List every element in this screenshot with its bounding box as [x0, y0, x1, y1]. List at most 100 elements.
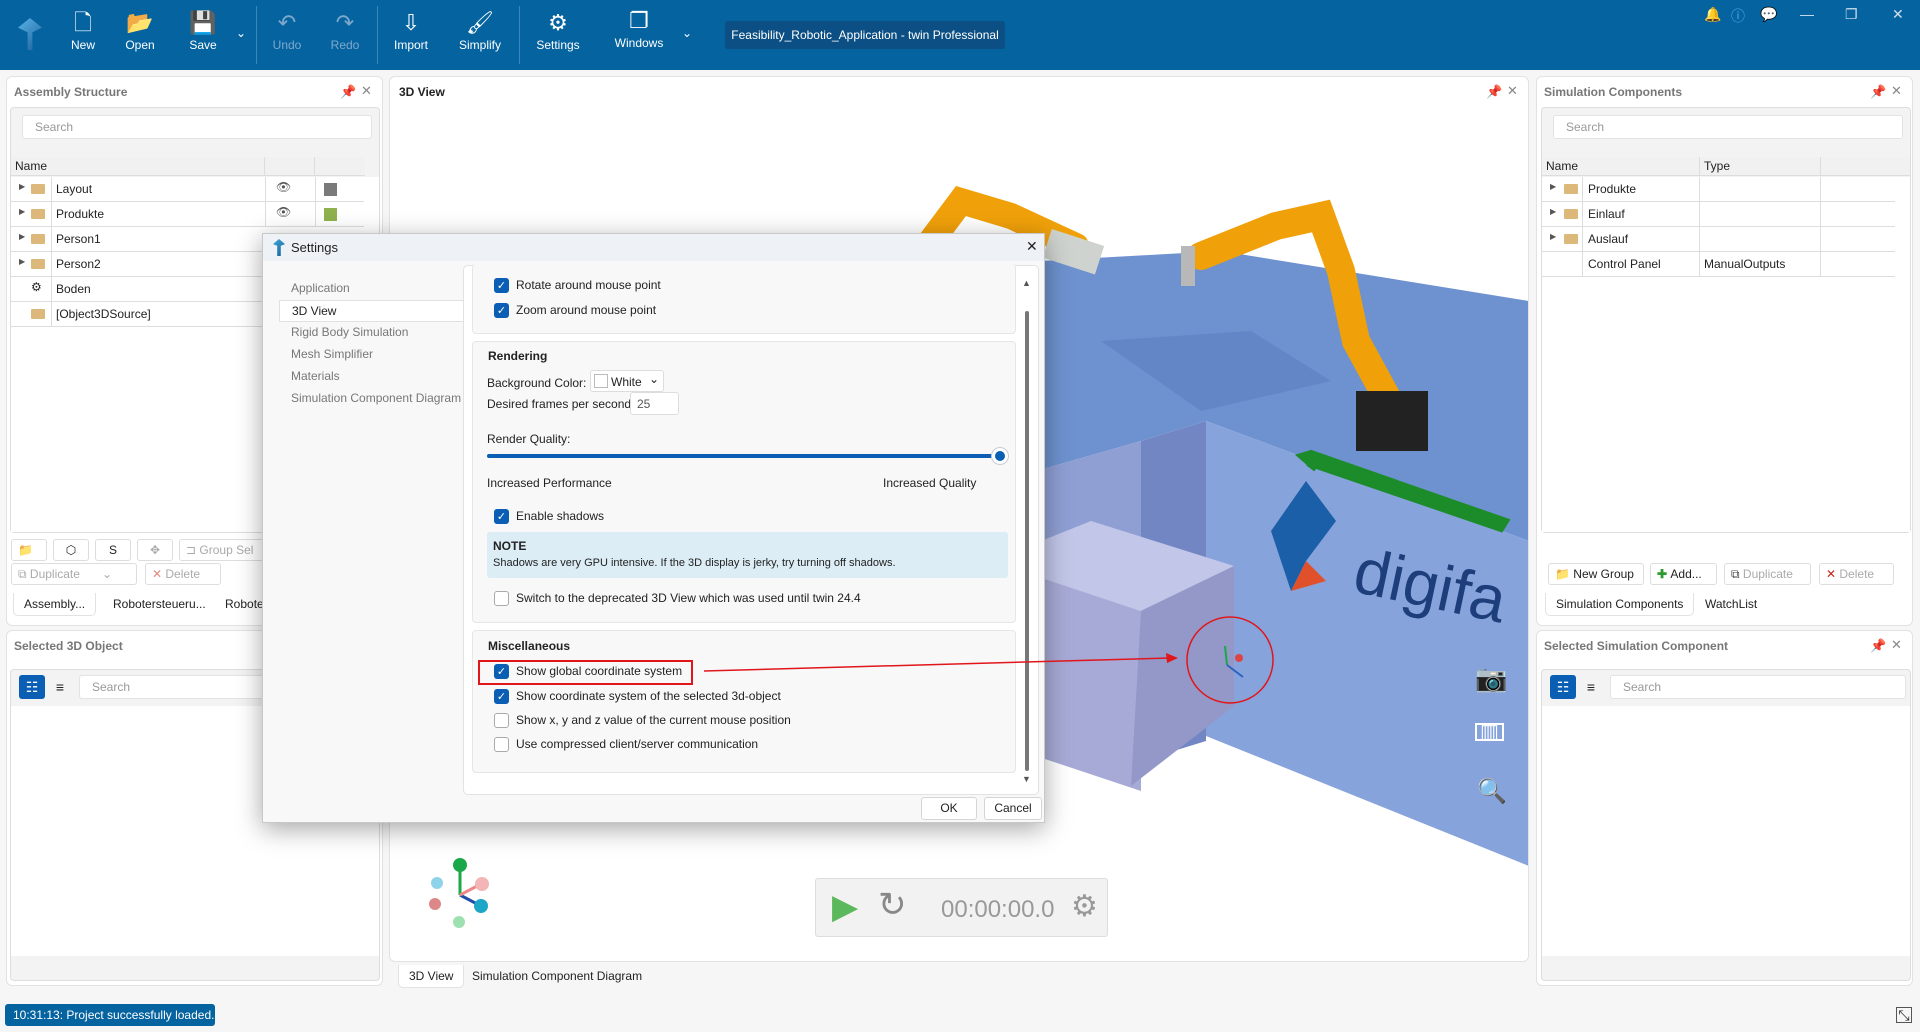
expand-arrow-icon[interactable]: ▶: [19, 257, 25, 266]
show-xyz-checkbox[interactable]: [494, 713, 509, 728]
tree-row[interactable]: Control Panel ManualOutputs: [1542, 252, 1895, 277]
gear-icon[interactable]: ⚙: [1071, 889, 1098, 924]
reset-icon[interactable]: ↻: [878, 885, 907, 925]
import-button[interactable]: ⇩ Import: [383, 8, 439, 52]
windows-dropdown-chevron-icon[interactable]: ⌄: [682, 26, 692, 40]
settings-button[interactable]: ⚙ Settings: [530, 8, 586, 52]
minimize-icon[interactable]: —: [1800, 6, 1814, 22]
render-quality-slider[interactable]: [487, 447, 1009, 465]
chat-icon[interactable]: 💬: [1760, 6, 1777, 23]
delete-button[interactable]: ✕ Delete: [145, 563, 221, 585]
scroll-up-icon[interactable]: ▲: [1022, 278, 1031, 288]
scrollbar-thumb[interactable]: [1025, 311, 1029, 771]
play-icon[interactable]: ▶: [832, 887, 858, 927]
tree-row[interactable]: ▶ Layout 👁: [11, 177, 364, 202]
simplify-button[interactable]: 🖌 Simplify: [452, 8, 508, 52]
tree-row[interactable]: ▶ Auslauf: [1542, 227, 1895, 252]
enable-shadows-checkbox[interactable]: ✓: [494, 509, 509, 524]
color-swatch[interactable]: [324, 208, 337, 221]
expand-arrow-icon[interactable]: ▶: [1550, 232, 1556, 241]
ruler-icon[interactable]: ▥: [1475, 722, 1504, 742]
zoom-around-mouse-checkbox[interactable]: ✓: [494, 303, 509, 318]
scroll-down-icon[interactable]: ▼: [1022, 774, 1031, 784]
categorized-view-icon[interactable]: ☷: [19, 675, 45, 699]
pin-icon[interactable]: 📌: [1870, 638, 1886, 654]
delete-button[interactable]: ✕ Delete: [1819, 563, 1894, 585]
duplicate-button[interactable]: ⧉ Duplicate ⌄: [11, 563, 137, 585]
settings-nav-item[interactable]: 3D View: [279, 300, 475, 322]
column-header-name[interactable]: Name: [11, 157, 264, 176]
cancel-button[interactable]: Cancel: [984, 797, 1042, 820]
expand-arrow-icon[interactable]: ▶: [1550, 207, 1556, 216]
pin-icon[interactable]: 📌: [340, 84, 356, 100]
search-input[interactable]: Search: [22, 115, 372, 139]
expand-arrow-icon[interactable]: ▶: [19, 182, 25, 191]
close-icon[interactable]: ✕: [361, 83, 372, 99]
deprecated-3d-view-checkbox[interactable]: [494, 591, 509, 606]
tab-3d-view[interactable]: 3D View: [398, 965, 465, 988]
color-swatch[interactable]: [324, 183, 337, 196]
add-button[interactable]: ✚ Add...: [1650, 563, 1717, 585]
tree-row[interactable]: ▶ Produkte: [1542, 177, 1895, 202]
help-icon[interactable]: ⓘ: [1731, 6, 1745, 26]
add-script-button[interactable]: S: [95, 539, 131, 561]
column-header-name[interactable]: Name: [1542, 157, 1699, 176]
tab-simulation-component-diagram[interactable]: Simulation Component Diagram: [462, 965, 652, 987]
save-button[interactable]: 💾 Save: [175, 8, 231, 52]
restore-icon[interactable]: ❐: [1845, 6, 1858, 23]
chevron-down-icon[interactable]: ⌄: [102, 567, 112, 581]
new-group-button[interactable]: 📁 New Group: [1548, 563, 1644, 585]
resize-grip-icon[interactable]: ⤡: [1896, 1007, 1912, 1023]
expand-arrow-icon[interactable]: ▶: [19, 207, 25, 216]
add-object-button[interactable]: ⬡: [53, 539, 89, 561]
tab-robotersteuerung[interactable]: Robotersteueru...: [103, 593, 216, 615]
save-dropdown-chevron-icon[interactable]: ⌄: [236, 26, 246, 40]
compressed-communication-checkbox[interactable]: [494, 737, 509, 752]
group-selection-button[interactable]: ⊐ Group Sel: [179, 539, 269, 561]
bell-icon[interactable]: 🔔: [1704, 6, 1721, 23]
camera-icon[interactable]: 📷: [1475, 663, 1507, 694]
settings-nav-item[interactable]: Simulation Component Diagram: [279, 388, 475, 408]
tab-watchlist[interactable]: WatchList: [1695, 593, 1767, 615]
column-header-visibility[interactable]: [264, 157, 314, 176]
tree-row[interactable]: ▶ Einlauf: [1542, 202, 1895, 227]
pin-icon[interactable]: 📌: [1870, 84, 1886, 100]
settings-nav-item[interactable]: Application: [279, 278, 475, 298]
redo-button[interactable]: ↷ Redo: [317, 8, 373, 52]
settings-nav-item[interactable]: Materials: [279, 366, 475, 386]
move-button[interactable]: ✥: [137, 539, 173, 561]
undo-button[interactable]: ↶ Undo: [259, 8, 315, 52]
background-color-dropdown[interactable]: White ⌄: [590, 370, 664, 392]
eye-icon[interactable]: 👁: [276, 180, 291, 194]
zoom-fit-icon[interactable]: 🔍: [1477, 777, 1507, 806]
add-folder-button[interactable]: 📁: [11, 539, 47, 561]
tab-simulation-components[interactable]: Simulation Components: [1545, 593, 1695, 616]
close-icon[interactable]: ✕: [1891, 83, 1902, 99]
eye-icon[interactable]: 👁: [276, 205, 291, 219]
fps-input[interactable]: 25: [630, 392, 679, 415]
tree-row[interactable]: ▶ Produkte 👁: [11, 202, 364, 227]
open-button[interactable]: 📂 Open: [112, 8, 168, 52]
search-input[interactable]: Search: [1610, 675, 1906, 699]
categorized-view-icon[interactable]: ☷: [1550, 675, 1576, 699]
rotate-around-mouse-checkbox[interactable]: ✓: [494, 278, 509, 293]
expand-arrow-icon[interactable]: ▶: [19, 232, 25, 241]
column-header-type[interactable]: Type: [1699, 157, 1820, 176]
column-header-color[interactable]: [314, 157, 365, 176]
scrollbar[interactable]: ▲ ▼: [1021, 278, 1033, 786]
close-icon[interactable]: ✕: [1892, 6, 1904, 23]
windows-button[interactable]: ❐ Windows: [611, 6, 667, 50]
duplicate-button[interactable]: ⧉ Duplicate: [1724, 563, 1811, 585]
list-view-icon[interactable]: ≡: [47, 675, 73, 699]
settings-nav-item[interactable]: Rigid Body Simulation: [279, 322, 475, 342]
slider-thumb[interactable]: [991, 447, 1009, 465]
expand-arrow-icon[interactable]: ▶: [1550, 182, 1556, 191]
list-view-icon[interactable]: ≡: [1578, 675, 1604, 699]
close-icon[interactable]: ✕: [1026, 238, 1038, 255]
close-icon[interactable]: ✕: [1891, 637, 1902, 653]
tab-assembly[interactable]: Assembly...: [13, 593, 97, 616]
ok-button[interactable]: OK: [921, 797, 977, 820]
show-object-coordinate-system-checkbox[interactable]: ✓: [494, 689, 509, 704]
new-button[interactable]: 🗋 New: [55, 8, 111, 52]
settings-nav-item[interactable]: Mesh Simplifier: [279, 344, 475, 364]
